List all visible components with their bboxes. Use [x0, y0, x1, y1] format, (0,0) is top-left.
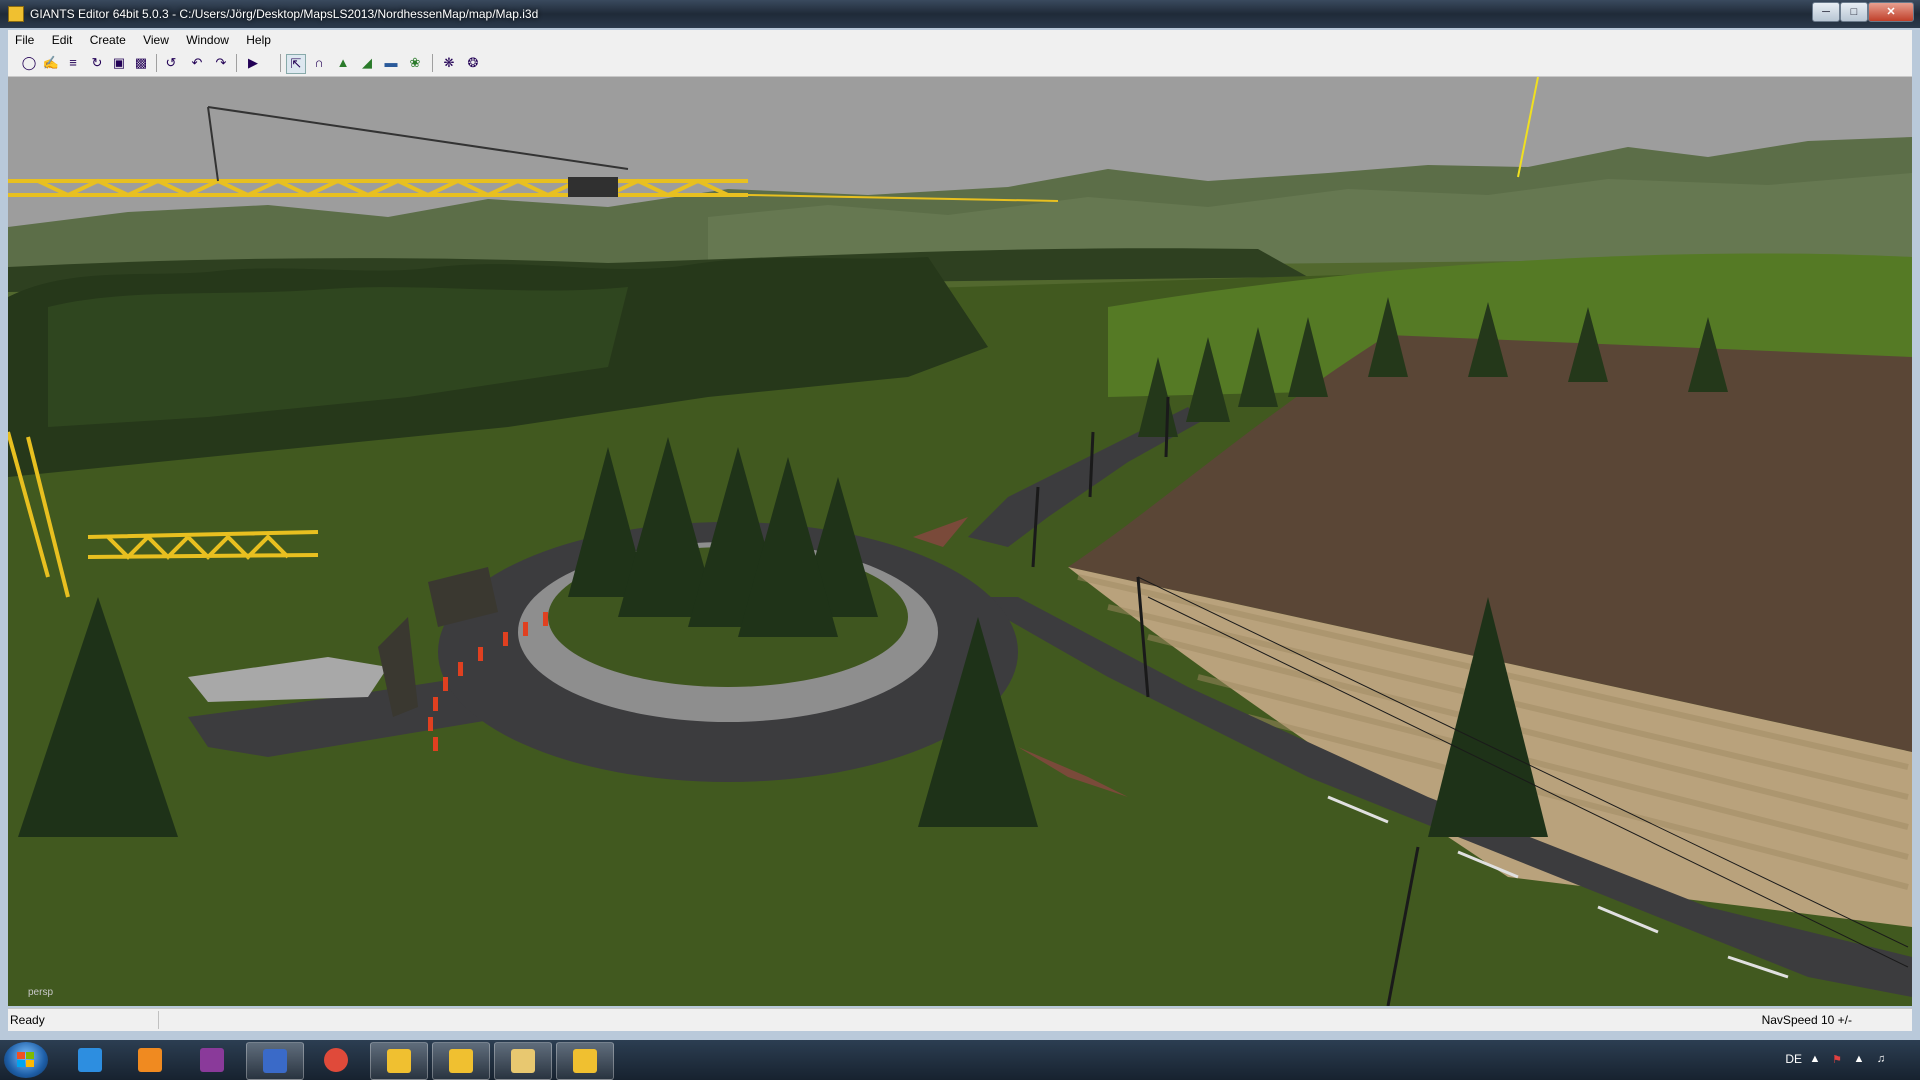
taskbar-internet-explorer[interactable] [62, 1042, 118, 1078]
maximize-button[interactable]: □ [1840, 2, 1868, 22]
play-icon[interactable]: ▶ [244, 54, 262, 72]
taskbar-image-editor[interactable] [246, 1042, 304, 1080]
3d-viewport[interactable]: persp [8, 77, 1912, 1006]
taskbar-giants-editor-1[interactable] [370, 1042, 428, 1080]
volume-icon[interactable]: ♫ [1874, 1053, 1888, 1067]
minimize-icon: ─ [1822, 6, 1830, 18]
taskbar-archive[interactable] [184, 1042, 240, 1078]
maximize-icon: □ [1850, 6, 1858, 18]
taskbar-explorer[interactable] [494, 1042, 552, 1080]
giants-editor-icon [449, 1049, 473, 1073]
windows-logo-icon [17, 1052, 34, 1067]
taskbar: DE ▲ ⚑ ▲ ♫ [0, 1040, 1920, 1080]
show-hidden-icons-icon[interactable]: ▲ [1808, 1053, 1822, 1067]
internet-explorer-icon [78, 1048, 102, 1072]
redo-icon[interactable]: ↷ [212, 54, 230, 72]
toolbar: ◯ ✍ ≡ ↻ ▣ ▩ ↺ ↶ ↷ ▶ ⇱ ∩ ▲ ◢ ▬ ❀ ❋ ❂ [8, 50, 1912, 77]
explorer-icon [511, 1049, 535, 1073]
close-button[interactable]: ✕ [1868, 2, 1914, 22]
action-center-icon[interactable]: ⚑ [1830, 1053, 1844, 1067]
grass-paint-icon[interactable]: ❀ [406, 54, 424, 72]
minimize-button[interactable]: ─ [1812, 2, 1840, 22]
close-icon: ✕ [1886, 6, 1896, 18]
archive-icon [200, 1048, 224, 1072]
menu-create[interactable]: Create [83, 30, 133, 50]
toolbar-separator [156, 54, 157, 72]
scene-icon[interactable]: ❋ [440, 54, 458, 72]
taskbar-giants-editor-3[interactable] [556, 1042, 614, 1080]
chrome-icon [324, 1048, 348, 1072]
network-icon[interactable]: ▲ [1852, 1053, 1866, 1067]
reload-icon[interactable]: ↻ [88, 54, 106, 72]
giants-editor-icon [573, 1049, 597, 1073]
terrain-sculpt-icon[interactable]: ▲ [334, 54, 352, 72]
menu-help[interactable]: Help [239, 30, 278, 50]
status-divider [158, 1011, 159, 1029]
menu-edit[interactable]: Edit [45, 30, 80, 50]
giants-app-icon [8, 6, 24, 22]
taskbar-giants-editor-2[interactable] [432, 1042, 490, 1080]
title-bar[interactable]: GIANTS Editor 64bit 5.0.3 - C:/Users/Jör… [0, 0, 1920, 28]
scene-render [8, 77, 1912, 1006]
foliage-paint-icon[interactable]: ▬ [382, 54, 400, 72]
navspeed-indicator: NavSpeed 10 +/- [1761, 1013, 1852, 1027]
media-player-icon [138, 1048, 162, 1072]
start-button[interactable] [4, 1042, 48, 1078]
editor-window: GIANTS Editor 64bit 5.0.3 - C:/Users/Jör… [0, 0, 1920, 1040]
history-icon[interactable]: ↺ [162, 54, 180, 72]
open-icon[interactable]: ✍ [42, 54, 60, 72]
move-icon[interactable]: ∩ [310, 54, 328, 72]
select-icon[interactable]: ⇱ [286, 54, 306, 74]
menu-bar: File Edit Create View Window Help [8, 30, 1912, 50]
menu-file[interactable]: File [8, 30, 41, 50]
status-text: Ready [10, 1013, 45, 1027]
toolbar-separator [236, 54, 237, 72]
list-icon[interactable]: ≡ [64, 54, 82, 72]
menu-view[interactable]: View [136, 30, 176, 50]
new-icon[interactable]: ◯ [20, 54, 38, 72]
toolbar-separator [432, 54, 433, 72]
terrain-paint-icon[interactable]: ◢ [358, 54, 376, 72]
crane-counterweight [568, 177, 618, 197]
status-bar: Ready NavSpeed 10 +/- [8, 1008, 1912, 1031]
taskbar-media-player[interactable] [122, 1042, 178, 1078]
toolbar-separator [280, 54, 281, 72]
save-all-icon[interactable]: ▩ [132, 54, 150, 72]
taskbar-chrome[interactable] [308, 1042, 364, 1078]
image-editor-icon [263, 1049, 287, 1073]
camera-label: persp [28, 987, 54, 998]
undo-icon[interactable]: ↶ [188, 54, 206, 72]
language-indicator[interactable]: DE [1785, 1052, 1802, 1066]
window-title: GIANTS Editor 64bit 5.0.3 - C:/Users/Jör… [30, 7, 539, 21]
menu-window[interactable]: Window [179, 30, 236, 50]
material-icon[interactable]: ❂ [464, 54, 482, 72]
save-icon[interactable]: ▣ [110, 54, 128, 72]
giants-editor-icon [387, 1049, 411, 1073]
